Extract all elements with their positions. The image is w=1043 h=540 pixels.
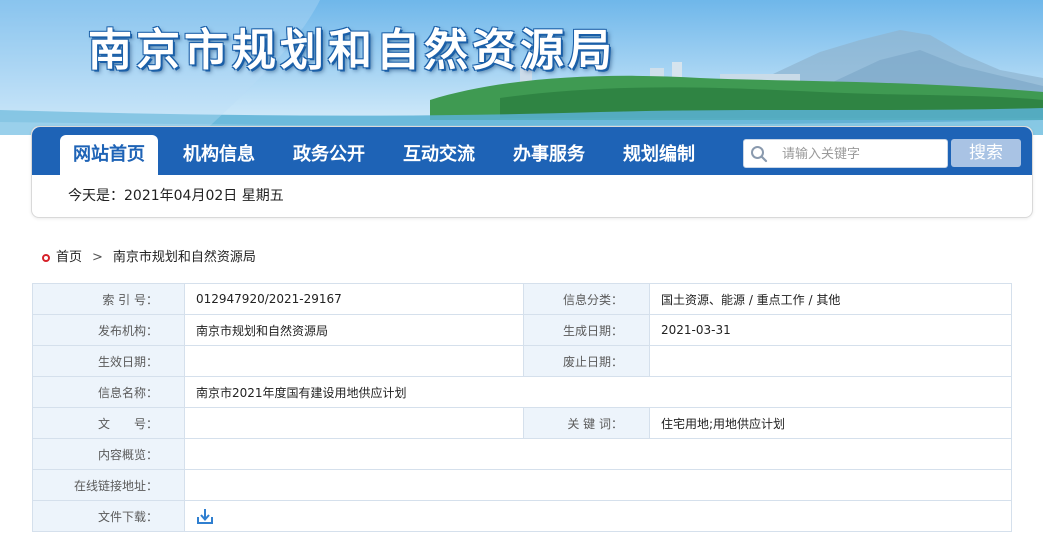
table-row: 内容概览： xyxy=(32,438,1012,470)
nav-item-interaction[interactable]: 互动交流 xyxy=(392,135,486,175)
summary-label: 内容概览： xyxy=(32,438,185,470)
table-row: 发布机构： 南京市规划和自然资源局 生成日期： 2021-03-31 xyxy=(32,314,1012,346)
nav-item-home[interactable]: 网站首页 xyxy=(60,135,158,175)
publisher-label: 发布机构： xyxy=(32,314,185,346)
breadcrumb-separator: > xyxy=(92,250,103,265)
doc-number-label: 文 号： xyxy=(32,407,185,439)
category-value: 国土资源、能源 / 重点工作 / 其他 xyxy=(649,283,1012,315)
breadcrumb: 首页 > 南京市规划和自然资源局 xyxy=(42,250,256,266)
search-button[interactable]: 搜索 xyxy=(951,139,1021,167)
index-label: 索 引 号： xyxy=(32,283,185,315)
effective-date-value xyxy=(184,345,524,377)
file-download-label: 文件下载： xyxy=(32,500,185,532)
breadcrumb-dot-icon xyxy=(42,254,50,262)
table-row: 在线链接地址： xyxy=(32,469,1012,501)
main-nav-bar: 网站首页 机构信息 政务公开 互动交流 办事服务 规划编制 搜索 xyxy=(32,127,1032,175)
publisher-value: 南京市规划和自然资源局 xyxy=(184,314,524,346)
breadcrumb-home-link[interactable]: 首页 xyxy=(56,250,82,265)
table-row: 文件下载： xyxy=(32,500,1012,532)
keywords-value: 住宅用地;用地供应计划 xyxy=(649,407,1012,439)
info-name-label: 信息名称： xyxy=(32,376,185,408)
created-date-value: 2021-03-31 xyxy=(649,314,1012,346)
header-banner: 南京市规划和自然资源局 xyxy=(0,0,1043,135)
search-box xyxy=(743,139,948,168)
table-row: 生效日期： 废止日期： xyxy=(32,345,1012,377)
online-link-value xyxy=(184,469,1012,501)
expiry-date-value xyxy=(649,345,1012,377)
search-icon xyxy=(751,146,768,163)
category-label: 信息分类： xyxy=(523,283,650,315)
nav-item-planning[interactable]: 规划编制 xyxy=(612,135,706,175)
effective-date-label: 生效日期： xyxy=(32,345,185,377)
table-row: 索 引 号： 012947920/2021-29167 信息分类： 国土资源、能… xyxy=(32,283,1012,315)
breadcrumb-current[interactable]: 南京市规划和自然资源局 xyxy=(113,250,256,265)
nav-item-organization[interactable]: 机构信息 xyxy=(172,135,266,175)
search-input[interactable] xyxy=(780,143,944,165)
file-download-cell xyxy=(184,500,1012,532)
created-date-label: 生成日期： xyxy=(523,314,650,346)
info-name-value: 南京市2021年度国有建设用地供应计划 xyxy=(184,376,1012,408)
table-row: 文 号： 关 键 词： 住宅用地;用地供应计划 xyxy=(32,407,1012,439)
online-link-label: 在线链接地址： xyxy=(32,469,185,501)
expiry-date-label: 废止日期： xyxy=(523,345,650,377)
info-table: 索 引 号： 012947920/2021-29167 信息分类： 国土资源、能… xyxy=(32,283,1012,532)
site-title: 南京市规划和自然资源局 xyxy=(88,25,616,76)
index-value: 012947920/2021-29167 xyxy=(184,283,524,315)
nav-item-government-affairs[interactable]: 政务公开 xyxy=(282,135,376,175)
navigation-panel: 网站首页 机构信息 政务公开 互动交流 办事服务 规划编制 搜索 今天是：202… xyxy=(31,126,1033,218)
nav-item-services[interactable]: 办事服务 xyxy=(502,135,596,175)
keywords-label: 关 键 词： xyxy=(523,407,650,439)
current-date: 今天是：2021年04月02日 星期五 xyxy=(68,188,284,204)
summary-value xyxy=(184,438,1012,470)
doc-number-value xyxy=(184,407,524,439)
download-icon[interactable] xyxy=(196,507,214,525)
table-row: 信息名称： 南京市2021年度国有建设用地供应计划 xyxy=(32,376,1012,408)
